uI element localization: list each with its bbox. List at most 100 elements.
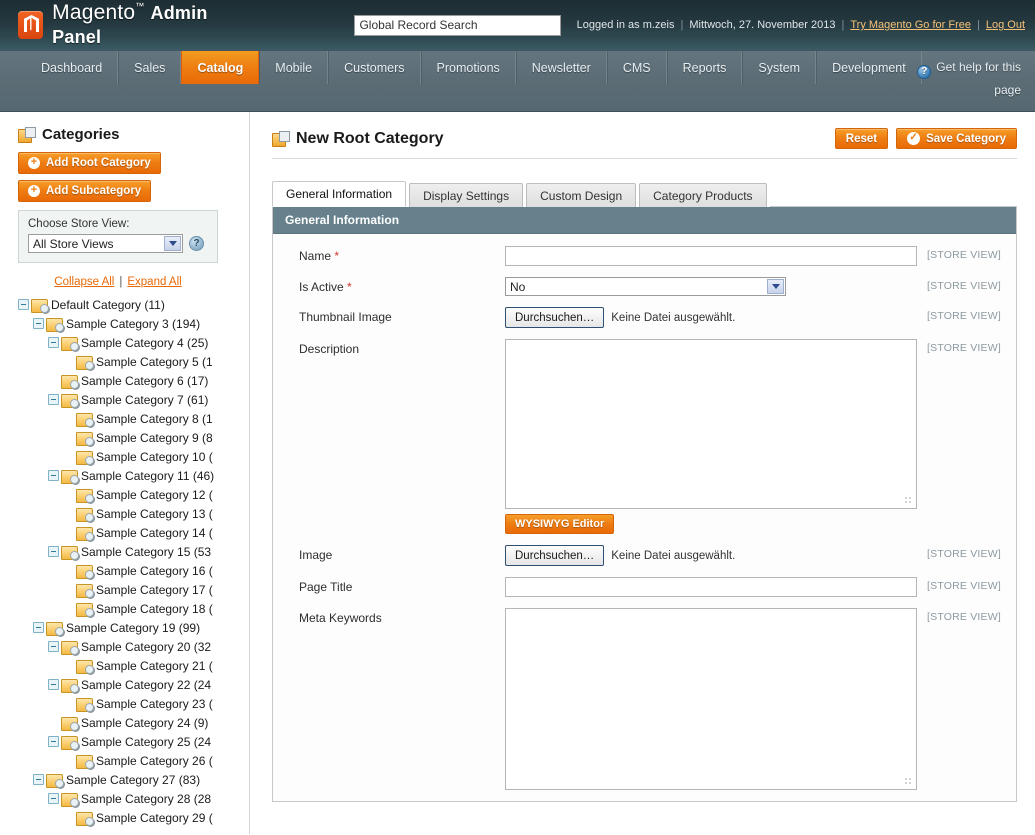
field-label-description: Description <box>299 342 360 356</box>
tree-collapse-toggle-icon[interactable] <box>18 299 29 310</box>
title-divider <box>272 158 1017 159</box>
tree-item[interactable]: Sample Category 14 ( <box>18 523 249 542</box>
plus-icon: + <box>28 185 40 197</box>
tree-collapse-toggle-icon[interactable] <box>33 318 44 329</box>
chevron-down-icon <box>164 236 181 251</box>
separator: | <box>841 19 845 31</box>
nav-item-customers[interactable]: Customers <box>328 51 421 84</box>
tree-collapse-toggle-icon[interactable] <box>33 622 44 633</box>
nav-item-reports[interactable]: Reports <box>666 51 743 84</box>
try-magento-go-link[interactable]: Try Magento Go for Free <box>850 19 971 31</box>
nav-item-dashboard[interactable]: Dashboard <box>26 51 119 84</box>
name-input[interactable] <box>505 246 917 266</box>
tab-display-settings[interactable]: Display Settings <box>409 183 524 207</box>
tab-general-information[interactable]: General Information <box>272 181 407 207</box>
tree-item[interactable]: Sample Category 3 (194) <box>18 314 249 333</box>
tree-item[interactable]: Sample Category 11 (46) <box>18 466 249 485</box>
image-browse-button[interactable]: Durchsuchen… <box>505 545 605 566</box>
description-textarea[interactable] <box>505 339 917 509</box>
add-root-category-button[interactable]: + Add Root Category <box>18 152 161 174</box>
tree-toggle-spacer-icon <box>63 451 74 462</box>
tree-collapse-toggle-icon[interactable] <box>48 641 59 652</box>
nav-item-newsletter[interactable]: Newsletter <box>515 51 607 84</box>
tree-item[interactable]: Sample Category 23 ( <box>18 694 249 713</box>
tree-item[interactable]: Sample Category 20 (32 <box>18 637 249 656</box>
tree-collapse-toggle-icon[interactable] <box>48 679 59 690</box>
tree-item[interactable]: Sample Category 27 (83) <box>18 770 249 789</box>
meta-keywords-textarea[interactable] <box>505 608 917 790</box>
tree-collapse-toggle-icon[interactable] <box>48 793 59 804</box>
tree-item[interactable]: Sample Category 12 ( <box>18 485 249 504</box>
tree-toggle-spacer-icon <box>63 603 74 614</box>
help-tooltip-icon[interactable]: ? <box>189 236 204 251</box>
tree-collapse-toggle-icon[interactable] <box>48 470 59 481</box>
tree-item-label: Sample Category 6 (17) <box>81 373 209 388</box>
nav-item-promotions[interactable]: Promotions <box>420 51 516 84</box>
tree-item[interactable]: Sample Category 7 (61) <box>18 390 249 409</box>
nav-item-mobile[interactable]: Mobile <box>259 51 329 84</box>
categories-sidebar: Categories + Add Root Category + Add Sub… <box>0 112 250 834</box>
tree-item[interactable]: Sample Category 15 (53 <box>18 542 249 561</box>
collapse-all-link[interactable]: Collapse All <box>54 276 114 288</box>
help-label-line1: Get help for this <box>936 60 1021 74</box>
tree-item[interactable]: Sample Category 4 (25) <box>18 333 249 352</box>
tree-item[interactable]: Sample Category 21 ( <box>18 656 249 675</box>
is-active-select[interactable]: No <box>505 277 786 296</box>
tree-item-label: Sample Category 5 (1 <box>96 354 213 369</box>
tree-item[interactable]: Sample Category 6 (17) <box>18 371 249 390</box>
logout-link[interactable]: Log Out <box>986 19 1025 31</box>
tree-item[interactable]: Sample Category 28 (28 <box>18 789 249 808</box>
thumbnail-browse-button[interactable]: Durchsuchen… <box>505 307 605 328</box>
resize-grip-icon[interactable] <box>904 777 913 786</box>
tree-toggle-spacer-icon <box>63 356 74 367</box>
reset-button[interactable]: Reset <box>834 128 889 149</box>
tree-toggle-spacer-icon <box>48 717 59 728</box>
tree-item[interactable]: Sample Category 29 ( <box>18 808 249 827</box>
tree-item[interactable]: Sample Category 17 ( <box>18 580 249 599</box>
expand-all-link[interactable]: Expand All <box>127 276 181 288</box>
tree-toggle-spacer-icon <box>63 812 74 823</box>
tree-item[interactable]: Sample Category 13 ( <box>18 504 249 523</box>
scope-label: [STORE VIEW] <box>927 548 1001 560</box>
logo[interactable]: Magento™ Admin Panel <box>18 1 247 49</box>
tree-item[interactable]: Sample Category 24 (9) <box>18 713 249 732</box>
page-title-input[interactable] <box>505 577 917 597</box>
store-view-select[interactable]: All Store Views <box>28 234 183 253</box>
tree-item[interactable]: Default Category (11) <box>18 295 249 314</box>
wysiwyg-editor-button[interactable]: WYSIWYG Editor <box>505 514 615 534</box>
tree-item[interactable]: Sample Category 26 ( <box>18 751 249 770</box>
save-category-button[interactable]: ✓ Save Category <box>896 128 1017 149</box>
tree-collapse-toggle-icon[interactable] <box>48 337 59 348</box>
search-input[interactable] <box>354 14 561 36</box>
tree-item[interactable]: Sample Category 22 (24 <box>18 675 249 694</box>
add-subcategory-button[interactable]: + Add Subcategory <box>18 180 152 202</box>
tree-item[interactable]: Sample Category 10 ( <box>18 447 249 466</box>
tree-item[interactable]: Sample Category 9 (8 <box>18 428 249 447</box>
nav-item-sales[interactable]: Sales <box>118 51 182 84</box>
tree-collapse-toggle-icon[interactable] <box>48 736 59 747</box>
resize-grip-icon[interactable] <box>904 496 913 505</box>
tree-item[interactable]: Sample Category 25 (24 <box>18 732 249 751</box>
tab-custom-design[interactable]: Custom Design <box>526 183 637 207</box>
get-help-link[interactable]: ? Get help for this page <box>889 56 1021 101</box>
app-header: Magento™ Admin Panel Logged in as m.zeis… <box>0 0 1035 50</box>
tree-collapse-toggle-icon[interactable] <box>33 774 44 785</box>
tree-collapse-toggle-icon[interactable] <box>48 546 59 557</box>
page-body: Categories + Add Root Category + Add Sub… <box>0 112 1035 834</box>
tree-item-label: Sample Category 9 (8 <box>96 430 213 445</box>
nav-item-system[interactable]: System <box>742 51 817 84</box>
nav-item-catalog[interactable]: Catalog <box>181 51 260 84</box>
tree-item[interactable]: Sample Category 18 ( <box>18 599 249 618</box>
tree-item[interactable]: Sample Category 16 ( <box>18 561 249 580</box>
nav-item-cms[interactable]: CMS <box>606 51 667 84</box>
tree-item-label: Sample Category 3 (194) <box>66 316 201 331</box>
tree-item[interactable]: Sample Category 5 (1 <box>18 352 249 371</box>
tab-category-products[interactable]: Category Products <box>639 183 767 207</box>
tree-collapse-toggle-icon[interactable] <box>48 394 59 405</box>
tree-item[interactable]: Sample Category 8 (1 <box>18 409 249 428</box>
tree-item[interactable]: Sample Category 19 (99) <box>18 618 249 637</box>
